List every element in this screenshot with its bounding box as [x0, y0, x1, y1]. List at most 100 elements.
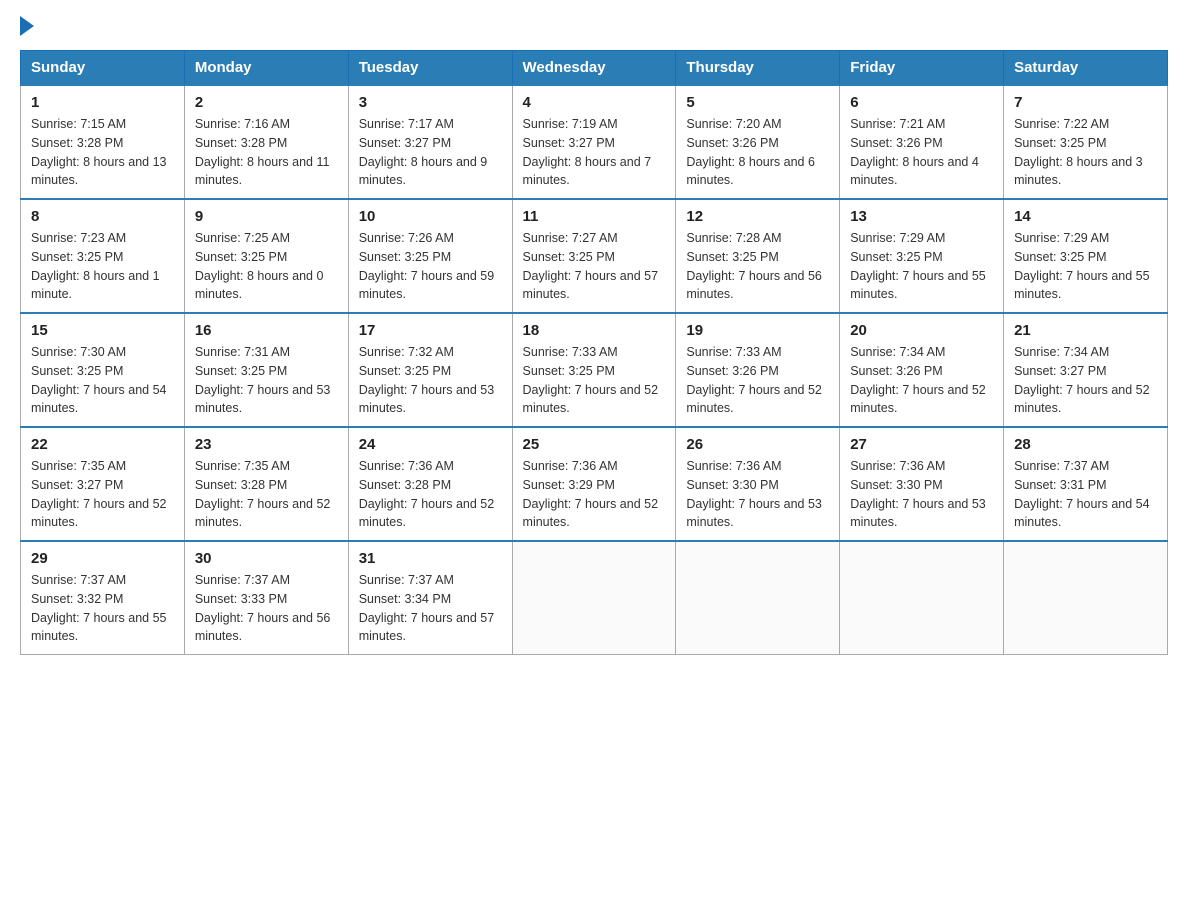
day-info: Sunrise: 7:29 AMSunset: 3:25 PMDaylight:…	[850, 229, 993, 304]
day-info: Sunrise: 7:19 AMSunset: 3:27 PMDaylight:…	[523, 115, 666, 190]
day-number: 8	[31, 208, 174, 225]
weekday-header-tuesday: Tuesday	[348, 51, 512, 86]
day-info: Sunrise: 7:29 AMSunset: 3:25 PMDaylight:…	[1014, 229, 1157, 304]
page-header	[20, 20, 1168, 32]
day-number: 11	[523, 208, 666, 225]
day-info: Sunrise: 7:28 AMSunset: 3:25 PMDaylight:…	[686, 229, 829, 304]
day-number: 21	[1014, 322, 1157, 339]
calendar-cell: 19 Sunrise: 7:33 AMSunset: 3:26 PMDayligh…	[676, 313, 840, 427]
day-number: 1	[31, 94, 174, 111]
calendar-cell: 7 Sunrise: 7:22 AMSunset: 3:25 PMDaylight…	[1004, 85, 1168, 199]
day-info: Sunrise: 7:33 AMSunset: 3:25 PMDaylight:…	[523, 343, 666, 418]
day-info: Sunrise: 7:31 AMSunset: 3:25 PMDaylight:…	[195, 343, 338, 418]
calendar-table: SundayMondayTuesdayWednesdayThursdayFrid…	[20, 50, 1168, 655]
day-number: 28	[1014, 436, 1157, 453]
weekday-header-wednesday: Wednesday	[512, 51, 676, 86]
calendar-week-row: 1 Sunrise: 7:15 AMSunset: 3:28 PMDaylight…	[21, 85, 1168, 199]
day-info: Sunrise: 7:26 AMSunset: 3:25 PMDaylight:…	[359, 229, 502, 304]
calendar-cell: 25Sunrise: 7:36 AMSunset: 3:29 PMDayligh…	[512, 427, 676, 541]
day-number: 6	[850, 94, 993, 111]
calendar-cell: 9Sunrise: 7:25 AMSunset: 3:25 PMDaylight…	[184, 199, 348, 313]
calendar-cell	[840, 541, 1004, 655]
day-info: Sunrise: 7:37 AMSunset: 3:33 PMDaylight:…	[195, 571, 338, 646]
calendar-cell: 10 Sunrise: 7:26 AMSunset: 3:25 PMDayligh…	[348, 199, 512, 313]
day-info: Sunrise: 7:32 AMSunset: 3:25 PMDaylight:…	[359, 343, 502, 418]
calendar-cell: 31 Sunrise: 7:37 AMSunset: 3:34 PMDayligh…	[348, 541, 512, 655]
day-number: 19	[686, 322, 829, 339]
weekday-header-thursday: Thursday	[676, 51, 840, 86]
calendar-cell: 15 Sunrise: 7:30 AMSunset: 3:25 PMDayligh…	[21, 313, 185, 427]
calendar-cell: 24 Sunrise: 7:36 AMSunset: 3:28 PMDayligh…	[348, 427, 512, 541]
day-number: 22	[31, 436, 174, 453]
day-number: 2	[195, 94, 338, 111]
day-info: Sunrise: 7:34 AMSunset: 3:27 PMDaylight:…	[1014, 343, 1157, 418]
calendar-cell: 5 Sunrise: 7:20 AMSunset: 3:26 PMDaylight…	[676, 85, 840, 199]
calendar-cell: 4 Sunrise: 7:19 AMSunset: 3:27 PMDaylight…	[512, 85, 676, 199]
day-info: Sunrise: 7:36 AMSunset: 3:28 PMDaylight:…	[359, 457, 502, 532]
day-number: 20	[850, 322, 993, 339]
day-info: Sunrise: 7:23 AMSunset: 3:25 PMDaylight:…	[31, 229, 174, 304]
day-number: 25	[523, 436, 666, 453]
calendar-cell: 1 Sunrise: 7:15 AMSunset: 3:28 PMDaylight…	[21, 85, 185, 199]
calendar-cell: 27Sunrise: 7:36 AMSunset: 3:30 PMDayligh…	[840, 427, 1004, 541]
day-number: 24	[359, 436, 502, 453]
calendar-cell: 20 Sunrise: 7:34 AMSunset: 3:26 PMDayligh…	[840, 313, 1004, 427]
weekday-header-row: SundayMondayTuesdayWednesdayThursdayFrid…	[21, 51, 1168, 86]
day-info: Sunrise: 7:16 AMSunset: 3:28 PMDaylight:…	[195, 115, 338, 190]
day-number: 31	[359, 550, 502, 567]
day-number: 30	[195, 550, 338, 567]
day-number: 15	[31, 322, 174, 339]
calendar-cell: 28 Sunrise: 7:37 AMSunset: 3:31 PMDayligh…	[1004, 427, 1168, 541]
weekday-header-saturday: Saturday	[1004, 51, 1168, 86]
calendar-cell	[512, 541, 676, 655]
day-number: 5	[686, 94, 829, 111]
day-number: 26	[686, 436, 829, 453]
calendar-cell: 17 Sunrise: 7:32 AMSunset: 3:25 PMDayligh…	[348, 313, 512, 427]
day-number: 13	[850, 208, 993, 225]
day-info: Sunrise: 7:35 AMSunset: 3:27 PMDaylight:…	[31, 457, 174, 532]
calendar-cell: 3 Sunrise: 7:17 AMSunset: 3:27 PMDaylight…	[348, 85, 512, 199]
calendar-cell: 14Sunrise: 7:29 AMSunset: 3:25 PMDayligh…	[1004, 199, 1168, 313]
day-info: Sunrise: 7:36 AMSunset: 3:30 PMDaylight:…	[686, 457, 829, 532]
logo-triangle-icon	[20, 16, 34, 36]
day-info: Sunrise: 7:15 AMSunset: 3:28 PMDaylight:…	[31, 115, 174, 190]
calendar-cell: 13 Sunrise: 7:29 AMSunset: 3:25 PMDayligh…	[840, 199, 1004, 313]
day-number: 10	[359, 208, 502, 225]
day-info: Sunrise: 7:20 AMSunset: 3:26 PMDaylight:…	[686, 115, 829, 190]
day-info: Sunrise: 7:21 AMSunset: 3:26 PMDaylight:…	[850, 115, 993, 190]
calendar-week-row: 22 Sunrise: 7:35 AMSunset: 3:27 PMDayligh…	[21, 427, 1168, 541]
calendar-cell	[1004, 541, 1168, 655]
day-info: Sunrise: 7:33 AMSunset: 3:26 PMDaylight:…	[686, 343, 829, 418]
calendar-cell	[676, 541, 840, 655]
day-info: Sunrise: 7:37 AMSunset: 3:34 PMDaylight:…	[359, 571, 502, 646]
day-number: 12	[686, 208, 829, 225]
day-info: Sunrise: 7:22 AMSunset: 3:25 PMDaylight:…	[1014, 115, 1157, 190]
calendar-week-row: 29Sunrise: 7:37 AMSunset: 3:32 PMDayligh…	[21, 541, 1168, 655]
weekday-header-friday: Friday	[840, 51, 1004, 86]
calendar-cell: 18Sunrise: 7:33 AMSunset: 3:25 PMDayligh…	[512, 313, 676, 427]
day-number: 29	[31, 550, 174, 567]
day-info: Sunrise: 7:27 AMSunset: 3:25 PMDaylight:…	[523, 229, 666, 304]
day-info: Sunrise: 7:17 AMSunset: 3:27 PMDaylight:…	[359, 115, 502, 190]
calendar-cell: 21 Sunrise: 7:34 AMSunset: 3:27 PMDayligh…	[1004, 313, 1168, 427]
weekday-header-monday: Monday	[184, 51, 348, 86]
calendar-cell: 12 Sunrise: 7:28 AMSunset: 3:25 PMDayligh…	[676, 199, 840, 313]
day-info: Sunrise: 7:34 AMSunset: 3:26 PMDaylight:…	[850, 343, 993, 418]
day-info: Sunrise: 7:30 AMSunset: 3:25 PMDaylight:…	[31, 343, 174, 418]
calendar-week-row: 8 Sunrise: 7:23 AMSunset: 3:25 PMDaylight…	[21, 199, 1168, 313]
day-number: 16	[195, 322, 338, 339]
calendar-cell: 23Sunrise: 7:35 AMSunset: 3:28 PMDayligh…	[184, 427, 348, 541]
calendar-cell: 11 Sunrise: 7:27 AMSunset: 3:25 PMDayligh…	[512, 199, 676, 313]
calendar-cell: 16 Sunrise: 7:31 AMSunset: 3:25 PMDayligh…	[184, 313, 348, 427]
day-number: 17	[359, 322, 502, 339]
calendar-cell: 22 Sunrise: 7:35 AMSunset: 3:27 PMDayligh…	[21, 427, 185, 541]
day-number: 4	[523, 94, 666, 111]
calendar-cell: 6 Sunrise: 7:21 AMSunset: 3:26 PMDaylight…	[840, 85, 1004, 199]
day-number: 3	[359, 94, 502, 111]
day-info: Sunrise: 7:37 AMSunset: 3:31 PMDaylight:…	[1014, 457, 1157, 532]
weekday-header-sunday: Sunday	[21, 51, 185, 86]
calendar-week-row: 15 Sunrise: 7:30 AMSunset: 3:25 PMDayligh…	[21, 313, 1168, 427]
day-number: 7	[1014, 94, 1157, 111]
day-number: 23	[195, 436, 338, 453]
calendar-cell: 26 Sunrise: 7:36 AMSunset: 3:30 PMDayligh…	[676, 427, 840, 541]
